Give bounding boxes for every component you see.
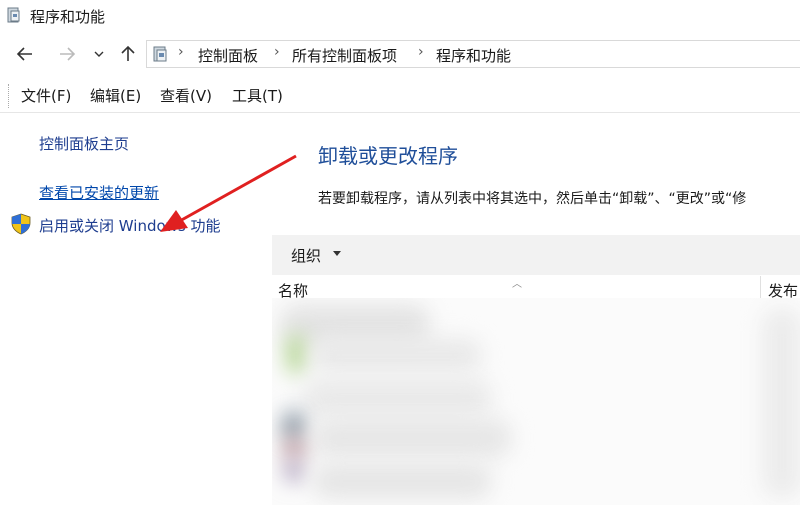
recent-locations-button[interactable]: [89, 42, 109, 66]
breadcrumb-separator-icon: ›: [178, 44, 184, 60]
blurred-list-content: [284, 438, 304, 460]
sort-indicator-icon: ︿: [512, 279, 522, 290]
breadcrumb-separator-icon: ›: [274, 44, 280, 60]
blurred-list-content: [762, 308, 800, 498]
page-title: 卸载或更改程序: [318, 144, 458, 168]
menu-grip: [8, 84, 11, 108]
programs-features-icon: [7, 7, 20, 23]
back-button[interactable]: [13, 42, 37, 66]
chevron-down-icon: [94, 51, 104, 57]
up-button[interactable]: [116, 42, 140, 66]
blurred-list-content: [302, 378, 492, 418]
title-bar: [0, 0, 800, 32]
blurred-list-content: [284, 460, 304, 482]
shield-icon: [11, 213, 31, 235]
blurred-list-content: [284, 416, 304, 438]
forward-arrow-icon: [60, 47, 76, 61]
blurred-list-content: [312, 338, 482, 372]
breadcrumb-programs-features[interactable]: 程序和功能: [436, 45, 511, 66]
annotation-arrow-icon: [160, 154, 297, 232]
breadcrumb-control-panel[interactable]: 控制面板: [198, 45, 258, 66]
program-list[interactable]: [272, 298, 800, 505]
breadcrumb-all-items[interactable]: 所有控制面板项: [292, 45, 397, 66]
menu-edit[interactable]: 编辑(E): [90, 85, 141, 106]
column-divider[interactable]: [760, 276, 761, 298]
control-panel-home-link[interactable]: 控制面板主页: [39, 133, 129, 154]
forward-button[interactable]: [55, 42, 79, 66]
window-title: 程序和功能: [30, 8, 106, 26]
column-header-row: [272, 276, 800, 298]
up-arrow-icon: [121, 45, 135, 61]
list-toolbar: [272, 235, 800, 275]
breadcrumb-separator-icon: ›: [418, 44, 424, 60]
blurred-list-content: [312, 463, 492, 499]
control-panel-icon: [153, 46, 167, 62]
blurred-list-content: [312, 418, 512, 458]
view-installed-updates-link[interactable]: 查看已安装的更新: [39, 182, 159, 203]
back-arrow-icon: [16, 47, 32, 61]
menu-file[interactable]: 文件(F): [21, 85, 71, 106]
blurred-list-content: [286, 334, 306, 374]
instruction-text: 若要卸载程序，请从列表中将其选中，然后单击“卸载”、“更改”或“修: [318, 191, 747, 207]
menu-view[interactable]: 查看(V): [160, 85, 212, 106]
menu-tools[interactable]: 工具(T): [232, 85, 283, 106]
organize-button[interactable]: 组织: [291, 245, 321, 266]
organize-dropdown-icon[interactable]: [333, 251, 341, 256]
